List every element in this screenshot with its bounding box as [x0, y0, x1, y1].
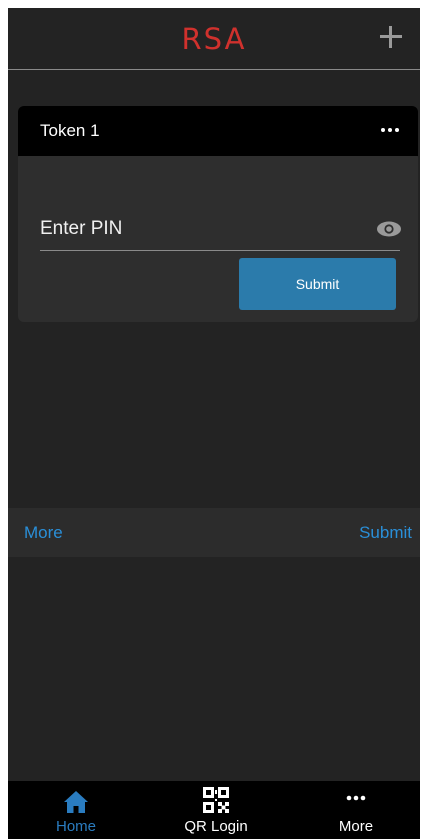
pin-field	[40, 212, 402, 251]
token-card: Submit Token 1	[18, 106, 418, 322]
add-token-button[interactable]	[376, 22, 406, 52]
tab-qr-login[interactable]: QR Login	[176, 781, 256, 839]
token-name: Token 1	[40, 121, 100, 140]
more-horizontal-icon	[381, 128, 385, 132]
tab-bar: Home QR Login More	[8, 781, 420, 839]
home-icon	[64, 791, 88, 813]
tab-home-label: Home	[55, 818, 96, 835]
token-menu-button[interactable]	[378, 118, 402, 142]
pin-submit-button[interactable]: Submit	[239, 258, 396, 310]
pin-input[interactable]	[40, 212, 360, 246]
app-header: RSA	[8, 8, 420, 70]
keyboard-accessory-bar: More Submit	[8, 508, 420, 557]
eye-icon[interactable]	[376, 221, 402, 237]
accessory-submit-button[interactable]: Submit	[359, 523, 412, 543]
qr-code-icon	[203, 787, 229, 813]
tab-qr-login-label: QR Login	[184, 818, 248, 835]
tab-more[interactable]: More	[324, 781, 388, 839]
tab-home[interactable]: Home	[44, 781, 108, 839]
app-screen: RSA Submit Token 1 More Submit Home QR L…	[8, 8, 420, 839]
more-horizontal-icon	[346, 795, 366, 801]
rsa-logo: RSA	[181, 22, 247, 56]
accessory-more-button[interactable]: More	[24, 523, 63, 543]
token-card-body: Submit	[18, 152, 418, 322]
token-card-header: Token 1	[18, 106, 418, 156]
tab-more-label: More	[338, 818, 374, 835]
